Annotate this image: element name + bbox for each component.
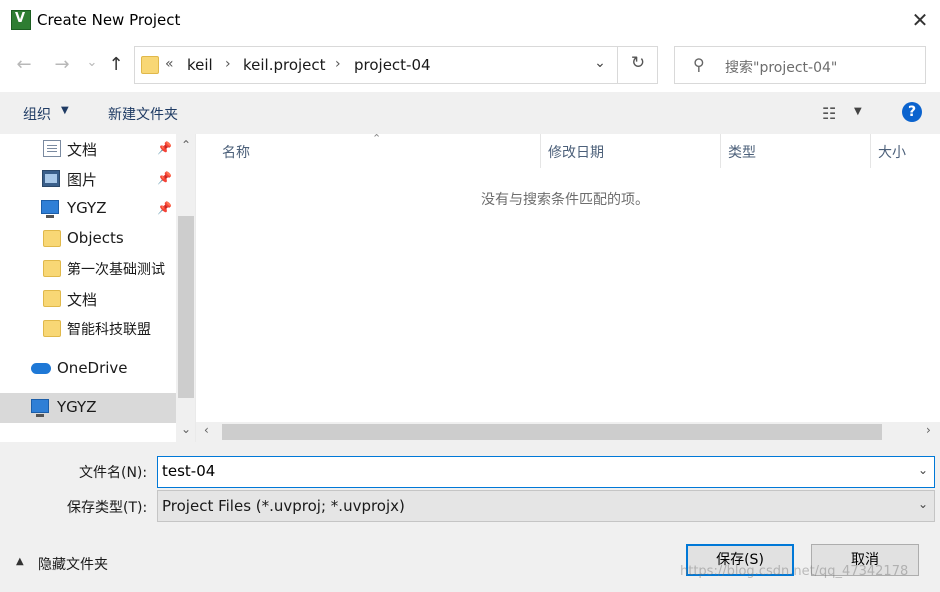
filetype-select[interactable]: Project Files (*.uvproj; *.uvprojx) ⌄: [157, 490, 935, 522]
sidebar-item-ygyz-this-pc[interactable]: YGYZ: [0, 393, 176, 423]
save-form: 文件名(N): test-04 ⌄ 保存类型(T): Project Files…: [0, 442, 940, 592]
filename-value: test-04: [162, 462, 216, 480]
caret-down-icon[interactable]: ▼: [61, 105, 69, 116]
folder-icon: [43, 230, 61, 247]
column-divider[interactable]: [870, 134, 871, 168]
sidebar-item-label: 图片: [67, 171, 98, 189]
column-header-row: ⌃ 名称 修改日期 类型 大小: [196, 132, 940, 168]
organize-button[interactable]: 组织: [23, 104, 51, 124]
filetype-value: Project Files (*.uvproj; *.uvprojx): [162, 497, 405, 515]
column-header-type[interactable]: 类型: [728, 142, 756, 162]
file-list-pane[interactable]: ⌃ 名称 修改日期 类型 大小 没有与搜索条件匹配的项。 ‹ ›: [196, 132, 940, 442]
folder-icon: [43, 290, 61, 307]
search-icon: ⚲: [693, 55, 705, 74]
sidebar-item-label: 智能科技联盟: [67, 322, 151, 338]
watermark-text: https://blog.csdn.net/qq_47342178: [680, 564, 909, 579]
sidebar-item-documents-folder[interactable]: 文档: [0, 284, 176, 314]
sidebar-item-label: 文档: [67, 291, 98, 309]
address-divider: [617, 47, 618, 83]
filetype-label: 保存类型(T):: [67, 500, 148, 516]
sidebar-item-label: 第一次基础测试: [67, 262, 165, 278]
sidebar-item-first-basic-test[interactable]: 第一次基础测试: [0, 254, 176, 284]
sidebar-item-onedrive[interactable]: OneDrive: [0, 354, 176, 384]
sidebar-item-label: Objects: [67, 229, 124, 247]
close-icon[interactable]: ✕: [900, 4, 940, 36]
breadcrumb-keil[interactable]: keil: [187, 56, 213, 74]
column-divider[interactable]: [720, 134, 721, 168]
scroll-right-icon[interactable]: ›: [926, 423, 931, 437]
column-header-modified[interactable]: 修改日期: [548, 142, 604, 162]
computer-icon: [41, 200, 59, 218]
file-list-scroll-thumb[interactable]: [222, 424, 882, 440]
sort-ascending-icon: ⌃: [372, 132, 382, 145]
folder-icon: [43, 320, 61, 337]
sidebar-item-ygyz-pinned[interactable]: YGYZ 📌: [0, 194, 176, 224]
hide-folders-toggle[interactable]: 隐藏文件夹: [38, 554, 108, 574]
sidebar-item-label: 文档: [67, 141, 98, 159]
onedrive-icon: [31, 363, 51, 374]
back-arrow-icon[interactable]: ←: [12, 52, 36, 78]
sidebar-item-label: OneDrive: [57, 359, 128, 377]
column-header-name[interactable]: 名称: [222, 142, 250, 162]
folder-icon: [141, 56, 159, 74]
keil-app-icon: [11, 10, 31, 30]
address-bar[interactable]: « keil › keil.project › project-04 ⌄ ↻: [134, 46, 658, 84]
command-toolbar: 组织 ▼ 新建文件夹 ☷ ▼ ?: [0, 92, 940, 134]
column-divider[interactable]: [540, 134, 541, 168]
navigation-bar: ← → ⌄ ↑ « keil › keil.project › project-…: [0, 40, 940, 92]
computer-icon: [31, 399, 49, 417]
folder-icon: [43, 260, 61, 277]
breadcrumb-project-04[interactable]: project-04: [354, 56, 431, 74]
document-icon: [43, 140, 61, 157]
up-arrow-icon[interactable]: ↑: [104, 52, 128, 78]
sidebar-scrollbar[interactable]: ⌃ ⌄: [176, 134, 195, 442]
sidebar-item-label: YGYZ: [57, 398, 97, 416]
scroll-down-icon[interactable]: ⌄: [176, 422, 195, 436]
breadcrumb-separator[interactable]: ›: [225, 56, 231, 72]
scroll-left-icon[interactable]: ‹: [204, 423, 209, 437]
sidebar-item-pictures[interactable]: 图片 📌: [0, 164, 176, 194]
title-bar: Create New Project ✕: [0, 0, 940, 40]
empty-list-message: 没有与搜索条件匹配的项。: [481, 192, 649, 208]
help-icon[interactable]: ?: [902, 102, 922, 122]
filename-input[interactable]: test-04 ⌄: [157, 456, 935, 488]
file-list-scrollbar[interactable]: ‹ ›: [196, 422, 940, 442]
pin-icon[interactable]: 📌: [157, 201, 172, 215]
search-placeholder: 搜索"project-04": [725, 60, 838, 76]
caret-up-icon[interactable]: ▲: [16, 556, 24, 567]
view-options-icon[interactable]: ☷: [822, 104, 836, 123]
breadcrumb-overflow[interactable]: «: [165, 56, 174, 72]
chevron-down-icon[interactable]: ⌄: [918, 497, 928, 511]
picture-icon: [42, 170, 60, 187]
pin-icon[interactable]: 📌: [157, 141, 172, 155]
pin-icon[interactable]: 📌: [157, 171, 172, 185]
sidebar-item-smart-tech-alliance[interactable]: 智能科技联盟: [0, 314, 176, 344]
window-title: Create New Project: [37, 11, 181, 29]
breadcrumb-keil-project[interactable]: keil.project: [243, 56, 326, 74]
chevron-down-icon[interactable]: ⌄: [918, 463, 928, 477]
scroll-up-icon[interactable]: ⌃: [176, 138, 195, 152]
column-header-size[interactable]: 大小: [878, 142, 906, 162]
sidebar-item-label: YGYZ: [67, 199, 107, 217]
sidebar-scroll-thumb[interactable]: [178, 216, 194, 398]
sidebar-item-documents[interactable]: 文档 📌: [0, 134, 176, 164]
navigation-pane: 文档 📌 图片 📌 YGYZ 📌 Objects 第一次基础测试 文档 智能科技…: [0, 134, 196, 442]
filename-label: 文件名(N):: [79, 465, 148, 481]
new-folder-button[interactable]: 新建文件夹: [108, 104, 178, 124]
caret-down-icon[interactable]: ▼: [854, 106, 862, 117]
search-input[interactable]: ⚲ 搜索"project-04": [674, 46, 926, 84]
recent-locations-icon[interactable]: ⌄: [80, 50, 104, 76]
chevron-down-icon[interactable]: ⌄: [587, 55, 613, 77]
breadcrumb-separator[interactable]: ›: [335, 56, 341, 72]
refresh-icon[interactable]: ↻: [621, 53, 655, 77]
forward-arrow-icon[interactable]: →: [50, 52, 74, 78]
sidebar-item-objects[interactable]: Objects: [0, 224, 176, 254]
